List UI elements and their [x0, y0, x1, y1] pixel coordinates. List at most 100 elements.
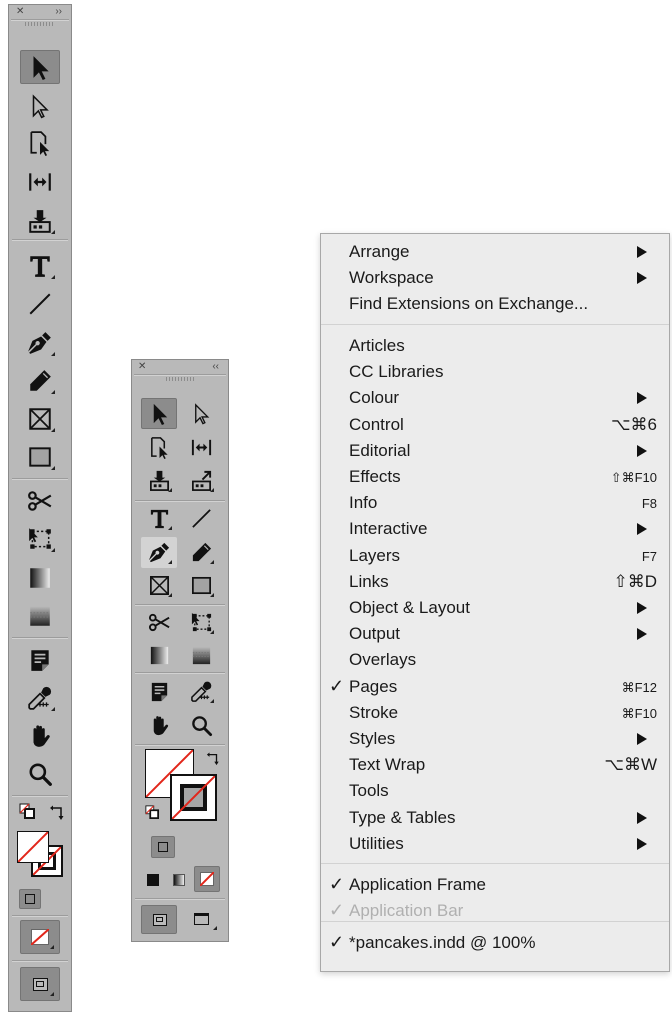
menu-item-application-frame[interactable]: ✓ Application Frame	[321, 871, 669, 897]
flyout-indicator	[168, 560, 172, 564]
gradient-feather-tool-button[interactable]	[20, 599, 60, 633]
free-transform-tool-button[interactable]	[183, 607, 219, 638]
fill-swatch[interactable]	[17, 831, 49, 863]
formatting-affects-container-button[interactable]	[19, 889, 41, 909]
selection-tool-button[interactable]	[20, 50, 60, 84]
close-panel-button[interactable]: ✕	[16, 6, 24, 18]
content-collector-tool-button[interactable]	[141, 465, 177, 496]
free-transform-tool-button[interactable]	[20, 522, 60, 556]
menu-item-editorial[interactable]: Editorial	[321, 437, 669, 463]
type-tool-button[interactable]	[141, 503, 177, 534]
pen-tool-icon-svg	[28, 332, 51, 354]
menu-item-object-layout[interactable]: Object & Layout	[321, 594, 669, 620]
note-tool-button[interactable]	[141, 676, 177, 707]
zoom-tool-button[interactable]	[183, 710, 219, 741]
rectangle-frame-tool-button[interactable]	[141, 570, 177, 601]
page-tool-button[interactable]	[20, 126, 60, 160]
menu-item-tools[interactable]: Tools	[321, 777, 669, 803]
menu-item-find-extensions-on-exchange[interactable]: Find Extensions on Exchange...	[321, 290, 669, 316]
hand-tool-button[interactable]	[141, 710, 177, 741]
rectangle-frame-tool-icon	[27, 406, 53, 432]
close-panel-button[interactable]: ✕	[138, 361, 146, 373]
menu-item-layers[interactable]: Layers F7	[321, 542, 669, 568]
content-placer-tool-button[interactable]	[183, 465, 219, 496]
type-tool-button[interactable]	[20, 249, 60, 283]
page-tool-button[interactable]	[141, 432, 177, 463]
menu-item-utilities[interactable]: Utilities	[321, 830, 669, 856]
menu-item-control[interactable]: Control ⌥⌘6	[321, 411, 669, 437]
swap-fill-stroke-icon[interactable]	[49, 805, 65, 821]
menu-item-styles[interactable]: Styles	[321, 725, 669, 751]
panel-title-bar[interactable]: ✕ ‹‹	[132, 360, 228, 374]
gradient-swatch-tool-button[interactable]	[20, 561, 60, 595]
selection-tool-button[interactable]	[141, 398, 177, 429]
default-fill-stroke-icon[interactable]	[19, 803, 35, 819]
pen-tool-button[interactable]	[141, 537, 177, 568]
panel-grip[interactable]	[25, 22, 55, 26]
free-transform-tool-icon-svg	[29, 528, 51, 549]
menu-item-links[interactable]: Links ⇧⌘D	[321, 568, 669, 594]
menu-item-label: CC Libraries	[349, 362, 444, 382]
formatting-affects-container-button[interactable]	[151, 836, 175, 858]
apply-color-button[interactable]	[145, 872, 161, 888]
rectangle-frame-tool-button[interactable]	[20, 402, 60, 436]
menu-item-output[interactable]: Output	[321, 620, 669, 646]
submenu-arrow-icon	[637, 837, 647, 850]
eyedropper-tool-button[interactable]	[20, 681, 60, 715]
menu-item-overlays[interactable]: Overlays	[321, 646, 669, 672]
note-tool-icon	[27, 647, 53, 673]
menu-item-workspace[interactable]: Workspace	[321, 264, 669, 290]
collapse-panel-button[interactable]: ‹‹	[212, 361, 219, 373]
pen-tool-button[interactable]	[20, 326, 60, 360]
pencil-tool-button[interactable]	[20, 364, 60, 398]
line-tool-button[interactable]	[183, 503, 219, 534]
swap-fill-stroke-icon[interactable]	[206, 752, 220, 766]
expand-panel-button[interactable]: ››	[55, 6, 62, 18]
apply-none-button[interactable]	[20, 920, 60, 954]
gradient-swatch-tool-button[interactable]	[141, 640, 177, 671]
menu-item-interactive[interactable]: Interactive	[321, 515, 669, 541]
hand-tool-button[interactable]	[20, 719, 60, 753]
content-collector-tool-button[interactable]	[20, 204, 60, 238]
scissors-tool-button[interactable]	[20, 484, 60, 518]
screen-mode-button[interactable]	[20, 967, 60, 1001]
submenu-arrow-icon	[637, 444, 647, 457]
default-fill-stroke-icon[interactable]	[145, 805, 159, 819]
stroke-swatch[interactable]	[170, 774, 217, 821]
menu-item-arrange[interactable]: Arrange	[321, 238, 669, 264]
formatting-affects-text-button[interactable]	[47, 889, 65, 909]
menu-item-text-wrap[interactable]: Text Wrap ⌥⌘W	[321, 751, 669, 777]
pencil-tool-button[interactable]	[183, 537, 219, 568]
menu-item-colour[interactable]: Colour	[321, 384, 669, 410]
menu-item-effects[interactable]: Effects ⇧⌘F10	[321, 463, 669, 489]
gap-tool-button[interactable]	[20, 165, 60, 199]
rectangle-tool-button[interactable]	[183, 570, 219, 601]
formatting-affects-text-button[interactable]	[186, 837, 204, 857]
rectangle-tool-button[interactable]	[20, 440, 60, 474]
menu-item-articles[interactable]: Articles	[321, 332, 669, 358]
direct-selection-tool-button[interactable]	[183, 398, 219, 429]
line-tool-button[interactable]	[20, 287, 60, 321]
eyedropper-tool-button[interactable]	[183, 676, 219, 707]
menu-item-type-tables[interactable]: Type & Tables	[321, 804, 669, 830]
gradient-feather-tool-button[interactable]	[183, 640, 219, 671]
menu-item-pancakes-indd-100[interactable]: ✓ *pancakes.indd @ 100%	[321, 929, 669, 955]
apply-none-button[interactable]	[194, 866, 220, 892]
hand-tool-icon	[148, 714, 171, 737]
menu-item-stroke[interactable]: Stroke ⌘F10	[321, 699, 669, 725]
panel-grip[interactable]	[166, 377, 194, 381]
panel-title-bar[interactable]: ✕ ››	[9, 5, 71, 19]
note-tool-button[interactable]	[20, 643, 60, 677]
apply-gradient-button[interactable]	[171, 872, 187, 888]
direct-selection-tool-button[interactable]	[20, 89, 60, 123]
zoom-tool-button[interactable]	[20, 757, 60, 791]
gap-tool-button[interactable]	[183, 432, 219, 463]
menu-item-cc-libraries[interactable]: CC Libraries	[321, 358, 669, 384]
scissors-tool-button[interactable]	[141, 607, 177, 638]
menu-item-pages[interactable]: ✓ Pages ⌘F12	[321, 673, 669, 699]
menu-item-info[interactable]: Info F8	[321, 489, 669, 515]
presentation-mode-button[interactable]	[186, 905, 222, 934]
selection-tool-icon	[27, 54, 53, 80]
screen-mode-button[interactable]	[141, 905, 177, 934]
flyout-indicator	[210, 560, 214, 564]
